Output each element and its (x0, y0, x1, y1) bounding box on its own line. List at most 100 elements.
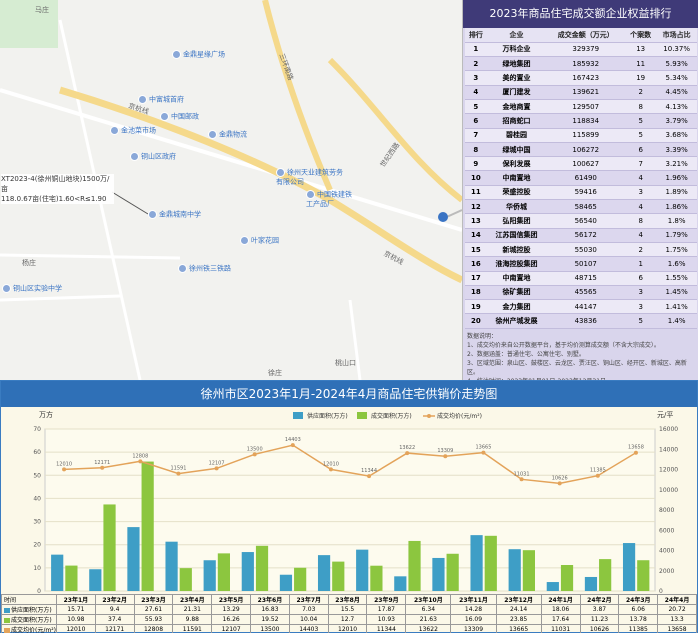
amount-cell: 44147 (546, 299, 626, 315)
company-cell: 弘阳集团 (486, 213, 547, 229)
land-plot-callout[interactable]: XT2023-4(徐州铜山地块)1500万/亩 118.0.67亩(住宅)1.6… (1, 174, 114, 204)
company-cell: 江苏国信集团 (486, 228, 547, 243)
value-cell: 17.87 (366, 604, 407, 615)
price-data-label: 13309 (437, 448, 453, 454)
rank-cell: 12 (465, 199, 487, 215)
value-cell: 12808 (133, 624, 174, 633)
supply-bar (394, 576, 407, 591)
map-poi[interactable]: 金池菜市场 (110, 126, 156, 136)
value-cell: 13658 (657, 624, 697, 633)
chart-table-row: 成交面积(万方) 10.98 37.4 55.93 9.88 16.26 19.52 10.0… (1, 614, 697, 625)
location-pin-icon[interactable] (438, 212, 448, 222)
map-poi[interactable]: 铜山区政府 (130, 152, 176, 162)
supply-bar (51, 554, 64, 591)
map-panel[interactable]: 金鼎星缘广场 中富城首府 金池菜市场 中国邮政 金鼎物流 铜山区政府 徐州天业建… (0, 0, 462, 380)
share-cell: 1.96% (656, 170, 697, 186)
chart-title: 徐州市区2023年1月-2024年4月商品住宅供销价走势图 (1, 381, 697, 407)
count-cell: 2 (625, 242, 657, 258)
ranking-row: 9 保利发展 100627 7 3.21% (465, 156, 697, 172)
price-point (214, 466, 219, 471)
poi-marker-icon (2, 284, 11, 293)
map-poi[interactable]: 金鼎城南中学 (148, 210, 201, 220)
map-poi[interactable]: 徐州天业建筑劳务有限公司 (276, 168, 346, 187)
road-label: 马庄 (35, 6, 49, 14)
count-cell: 5 (625, 128, 657, 143)
share-cell: 3.39% (656, 142, 697, 158)
rank-cell: 9 (465, 156, 487, 172)
count-cell: 4 (625, 199, 657, 215)
price-point (519, 477, 524, 482)
map-poi[interactable]: 金鼎星缘广场 (172, 50, 225, 60)
row-header-label: 时间 (4, 597, 17, 604)
value-cell: 21.63 (405, 614, 452, 625)
page-root: 金鼎星缘广场 中富城首府 金池菜市场 中国邮政 金鼎物流 铜山区政府 徐州天业建… (0, 0, 698, 633)
share-cell: 4.45% (656, 85, 697, 100)
poi-label: 金池菜市场 (121, 126, 156, 135)
value-cell: 12010 (327, 624, 368, 633)
share-cell: 5.93% (656, 56, 697, 72)
map-poi[interactable]: 徐州铁三铁路 (178, 264, 231, 274)
ranking-row: 19 金力集团 44147 3 1.41% (465, 299, 697, 315)
share-cell: 1.79% (656, 228, 697, 243)
count-cell: 7 (625, 156, 657, 172)
company-cell: 新城控股 (486, 242, 547, 258)
y-tick-label: 40 (33, 495, 41, 502)
map-poi[interactable]: 中国邮政 (160, 112, 199, 122)
rank-cell: 4 (465, 85, 487, 100)
value-cell: 11031 (540, 624, 581, 633)
company-cell: 绿地集团 (486, 56, 547, 72)
price-point (62, 467, 67, 472)
y-tick-label: 50 (33, 472, 41, 479)
ranking-row: 4 厦门建发 139621 2 4.45% (465, 85, 697, 100)
value-cell: 13622 (405, 624, 452, 633)
company-cell: 徐矿集团 (486, 285, 547, 301)
share-cell: 1.86% (656, 199, 697, 215)
supply-bar (317, 555, 331, 591)
share-cell: 1.75% (656, 242, 697, 258)
company-cell: 厦门建发 (486, 85, 547, 100)
rank-cell: 1 (465, 42, 487, 58)
ranking-row: 12 华侨城 58465 4 1.86% (465, 199, 697, 215)
price-data-label: 12107 (209, 460, 225, 466)
map-poi[interactable]: 中富城首府 (138, 95, 184, 105)
map-poi[interactable]: 金鼎物流 (208, 130, 247, 140)
poi-label: 中富城首府 (149, 95, 184, 104)
y2-tick-label: 2000 (659, 568, 674, 575)
legend-label: 成交面积(万方) (371, 412, 412, 420)
amount-cell: 139621 (546, 85, 626, 100)
y-tick-label: 60 (33, 449, 41, 456)
category-cell: 23年12月 (495, 594, 542, 605)
price-data-label: 11344 (361, 468, 377, 474)
value-cell: 11591 (172, 624, 213, 633)
map-poi[interactable]: 叶家花园 (240, 236, 279, 246)
map-poi[interactable]: 中国铁建铁工产品厂 (306, 190, 356, 209)
legend-swatch-icon (4, 608, 10, 613)
poi-label: 中国邮政 (171, 112, 199, 121)
count-cell: 3 (625, 299, 657, 315)
map-poi[interactable]: 铜山区实验中学 (2, 284, 72, 294)
legend-dot (427, 414, 431, 418)
value-cell: 13665 (495, 624, 542, 633)
supply-bar (127, 527, 140, 591)
price-point (367, 474, 372, 479)
callout-line: 118.0.67亩(住宅)1.60<R≤1.90 (1, 195, 107, 203)
value-cell: 13500 (250, 624, 290, 633)
company-cell: 绿城中国 (486, 142, 547, 158)
amount-cell: 118834 (546, 113, 626, 129)
trend-chart-panel: 徐州市区2023年1月-2024年4月商品住宅供销价走势图 0 10 20 30 40 5… (0, 380, 698, 633)
supply-bar (584, 576, 598, 591)
deal-bar (637, 560, 650, 591)
supply-bar (356, 549, 369, 591)
category-cell: 23年3月 (133, 594, 174, 605)
note-line: 3、区域范围：泉山区、鼓楼区、云龙区、贾汪区、铜山区、经开区、新城区、高新区。 (467, 359, 687, 376)
header-company: 企业 (486, 28, 547, 43)
value-cell: 13.29 (211, 604, 252, 615)
header-count: 个案数 (625, 28, 657, 43)
company-cell: 金地商置 (486, 99, 547, 115)
value-cell: 3.87 (579, 604, 620, 615)
value-cell: 37.4 (94, 614, 135, 625)
rank-cell: 14 (465, 228, 487, 243)
ranking-title: 2023年商品住宅成交额企业权益排行 (463, 0, 698, 28)
company-cell: 碧桂园 (486, 128, 547, 143)
ranking-row: 1 万科企业 329379 13 10.37% (465, 42, 697, 58)
